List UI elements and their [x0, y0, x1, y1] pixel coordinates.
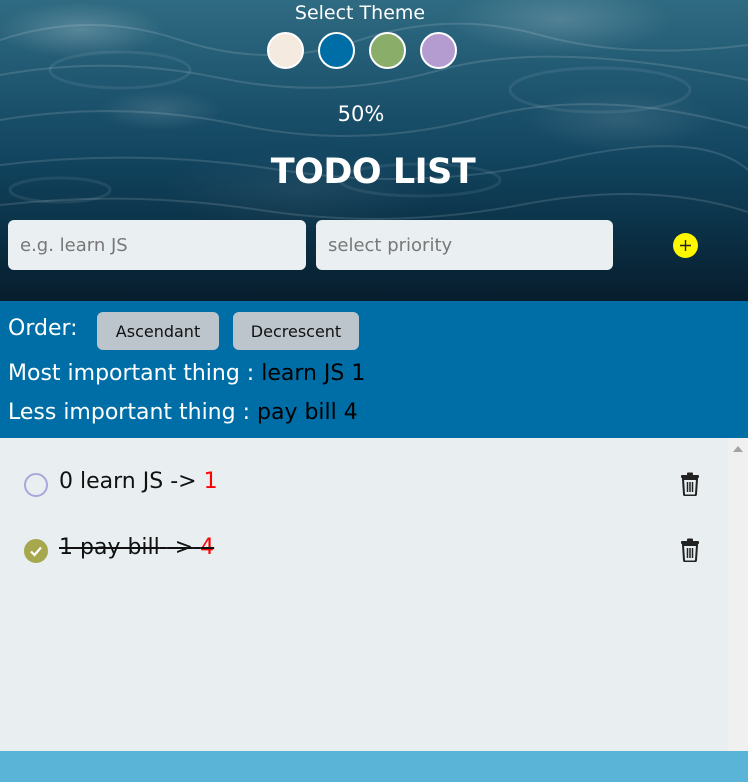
trash-icon: [681, 538, 699, 563]
plus-icon: [680, 240, 691, 251]
less-important-line: Less important thing : pay bill 4: [8, 400, 358, 425]
task-input[interactable]: [8, 220, 306, 270]
todo-priority: 1: [203, 469, 218, 494]
app-title: TODO LIST: [270, 152, 476, 192]
todo-task: learn JS: [80, 469, 164, 494]
order-panel: Order: Ascendant Decrescent Most importa…: [0, 301, 748, 438]
todo-text: 1 pay bill -> 4: [59, 535, 214, 560]
theme-swatch-green[interactable]: [369, 32, 406, 69]
complete-checkbox[interactable]: [24, 473, 48, 497]
trash-icon: [681, 472, 699, 497]
scroll-up-icon[interactable]: [733, 446, 743, 452]
less-important-value: pay bill 4: [257, 400, 358, 425]
sort-ascendant-button[interactable]: Ascendant: [97, 312, 219, 350]
most-important-line: Most important thing : learn JS 1: [8, 361, 365, 386]
todo-task: pay bill: [80, 535, 160, 560]
priority-input[interactable]: [316, 220, 613, 270]
todo-index: 1: [59, 535, 73, 560]
todo-index: 0: [59, 469, 73, 494]
checkmark-icon: [30, 546, 42, 557]
theme-title: Select Theme: [294, 2, 426, 24]
todo-item: 0 learn JS -> 1: [0, 464, 728, 504]
footer-bar: [0, 751, 748, 782]
order-label: Order:: [8, 316, 78, 341]
complete-checkbox[interactable]: [24, 539, 48, 563]
theme-swatch-blue[interactable]: [318, 32, 355, 69]
progress-percentage: 50%: [337, 102, 385, 126]
todo-arrow: ->: [170, 469, 197, 494]
theme-swatch-lavender[interactable]: [420, 32, 457, 69]
most-important-value: learn JS 1: [261, 361, 366, 386]
most-important-label: Most important thing :: [8, 361, 255, 386]
hero-header: Select Theme 50% TODO LIST: [0, 0, 748, 301]
todo-priority: 4: [200, 535, 215, 560]
theme-swatch-cream[interactable]: [267, 32, 304, 69]
list-scrollbar[interactable]: [728, 438, 748, 751]
delete-button[interactable]: [679, 472, 701, 497]
todo-text: 0 learn JS -> 1: [59, 469, 218, 494]
sort-decrescent-button[interactable]: Decrescent: [233, 312, 359, 350]
add-task-button[interactable]: [673, 233, 698, 258]
less-important-label: Less important thing :: [8, 400, 250, 425]
theme-swatches: [267, 32, 457, 69]
todo-item: 1 pay bill -> 4: [0, 530, 728, 570]
todo-arrow: ->: [166, 535, 194, 560]
todo-list: 0 learn JS -> 1 1 pay bill -> 4: [0, 438, 748, 751]
delete-button[interactable]: [679, 538, 701, 563]
